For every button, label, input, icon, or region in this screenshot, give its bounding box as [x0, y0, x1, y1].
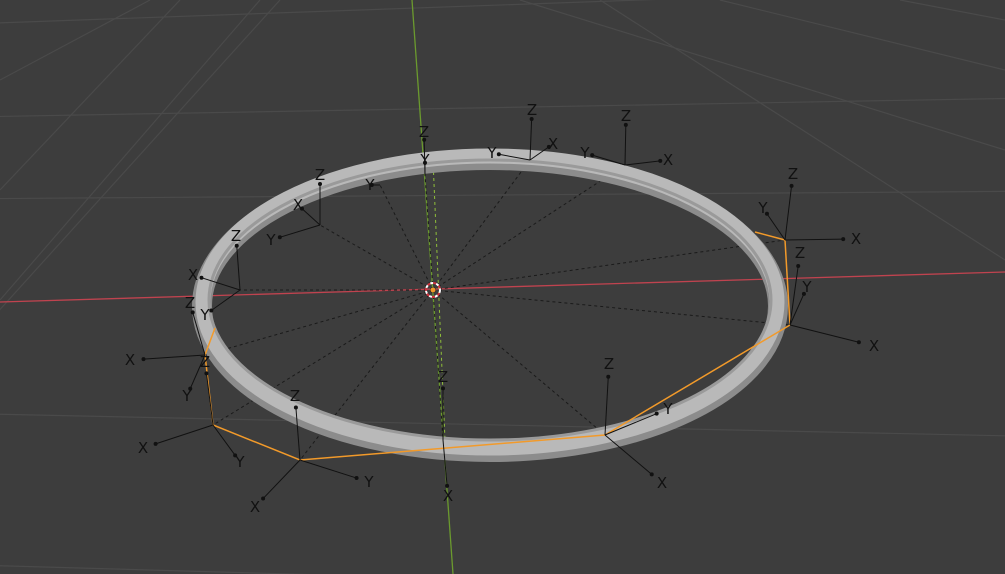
3d-viewport[interactable]: ZYZYXZYXZYXZYXZYXZXZYXZYXZYXZYXZYXY — [0, 0, 1005, 574]
empty-y-tip — [354, 476, 359, 481]
grid-line — [519, 0, 1005, 151]
empty-z-label: Z — [527, 101, 537, 119]
empty-z-label: Z — [185, 294, 195, 312]
empty-z-label: Z — [788, 165, 798, 183]
viewport-canvas[interactable]: ZYZY XZY XZYXZYXZYXZXZYXZYXZYXZYXZYXY — [0, 0, 1005, 574]
grid-line — [0, 0, 181, 191]
grid-line — [0, 565, 312, 574]
empty-x-label: X — [548, 135, 558, 153]
x-axis-line — [0, 271, 1005, 303]
empty-y-axis — [299, 459, 357, 479]
empty-y-axis — [189, 354, 206, 389]
empty-y-label: Y — [265, 231, 276, 249]
relationship-line — [212, 289, 434, 426]
empty-x-label: X — [851, 230, 861, 248]
empty-y-tip — [277, 235, 282, 240]
empty-object[interactable]: ZY X — [789, 244, 879, 355]
empty-z-label: Z — [290, 387, 300, 405]
empty-y-label: Y — [757, 199, 768, 217]
empty-y-label: Y — [234, 453, 245, 471]
empty-z-axis — [624, 124, 627, 166]
grid-line — [0, 190, 1005, 200]
empty-x-tip — [649, 472, 654, 477]
empty-z-label: Z — [231, 227, 241, 245]
empty-y-label: Y — [363, 473, 374, 491]
empty-x-label: X — [657, 474, 667, 492]
empty-object[interactable]: Z Y X — [125, 294, 206, 405]
empty-y-tip — [209, 308, 214, 313]
grid-line — [0, 0, 151, 81]
empty-x-label: X — [138, 439, 148, 457]
empty-x-label: X — [663, 151, 673, 169]
empty-x-axis — [301, 208, 321, 226]
grid-line — [0, 0, 657, 24]
empty-x-label: X — [443, 487, 453, 505]
empty-y-label: Y — [662, 400, 673, 418]
empty-z-label: Z — [795, 244, 805, 262]
empty-z-axis — [205, 373, 214, 426]
relationship-line — [432, 164, 626, 291]
relationship-line — [432, 289, 606, 436]
empty-y-label: Y — [199, 306, 210, 324]
empty-y-label: Y — [181, 387, 192, 405]
empty-x-label: X — [125, 351, 135, 369]
empty-object[interactable]: Z Y X — [757, 165, 861, 248]
grid-line — [599, 0, 1005, 261]
empty-x-label: X — [188, 266, 198, 284]
empty-x-tip — [856, 340, 861, 345]
empty-z-tip — [789, 183, 794, 188]
relationship-line — [432, 239, 786, 291]
empty-object[interactable]: ZY — [419, 123, 431, 176]
empty-z-axis — [236, 245, 241, 291]
empty-x-tip — [199, 275, 204, 280]
empty-z-axis — [784, 185, 793, 241]
empty-z-label: Z — [621, 107, 631, 125]
empty-z-tip — [293, 405, 298, 410]
empty-z-tip — [796, 263, 801, 268]
empty-x-label: X — [869, 337, 879, 355]
empty-x-tip — [153, 441, 158, 446]
empty-x-label: X — [293, 196, 303, 214]
empty-x-tip — [261, 496, 266, 501]
empty-y-axis — [279, 224, 321, 238]
empty-z-label: Z — [419, 123, 429, 141]
grid-line — [719, 0, 1005, 71]
relationship-line — [432, 289, 791, 326]
empty-x-tip — [841, 237, 846, 242]
empty-z-tip — [606, 374, 611, 379]
grid-line — [0, 0, 281, 311]
empty-x-tip — [658, 158, 663, 163]
empty-z-tip — [441, 386, 445, 391]
relationship-line — [204, 289, 434, 356]
empty-y-tip — [590, 153, 595, 158]
empty-x-label: X — [250, 498, 260, 516]
empty-y-label: Y — [364, 176, 375, 194]
empty-z-label: Z — [604, 355, 614, 373]
object-origin-icon — [430, 287, 436, 293]
empty-x-axis — [624, 160, 661, 166]
empty-x-axis — [262, 459, 301, 499]
empty-y-tip — [496, 152, 501, 157]
selected-edges — [204, 231, 791, 461]
empty-y-label: Y — [486, 144, 497, 162]
relationship-line — [432, 159, 531, 291]
empty-x-axis — [789, 324, 860, 343]
empty-x-tip — [141, 357, 146, 362]
grid-line — [0, 97, 1005, 118]
empty-y-label: Y — [419, 151, 430, 169]
empty-z-label: Z — [315, 166, 325, 184]
grid-line — [899, 0, 1005, 21]
empty-y-label: Y — [801, 278, 812, 296]
empty-y-axis — [211, 289, 241, 311]
empty-y-label: Y — [579, 144, 590, 162]
empty-y-tip — [654, 411, 659, 416]
grid-line — [0, 0, 1005, 5]
empty-z-tip — [204, 371, 209, 376]
empty-z-label: Z — [438, 368, 448, 386]
empty-x-axis — [784, 238, 844, 241]
empty-x-axis — [143, 354, 206, 360]
grid-line — [0, 413, 1005, 437]
empty-x-axis — [155, 424, 214, 445]
